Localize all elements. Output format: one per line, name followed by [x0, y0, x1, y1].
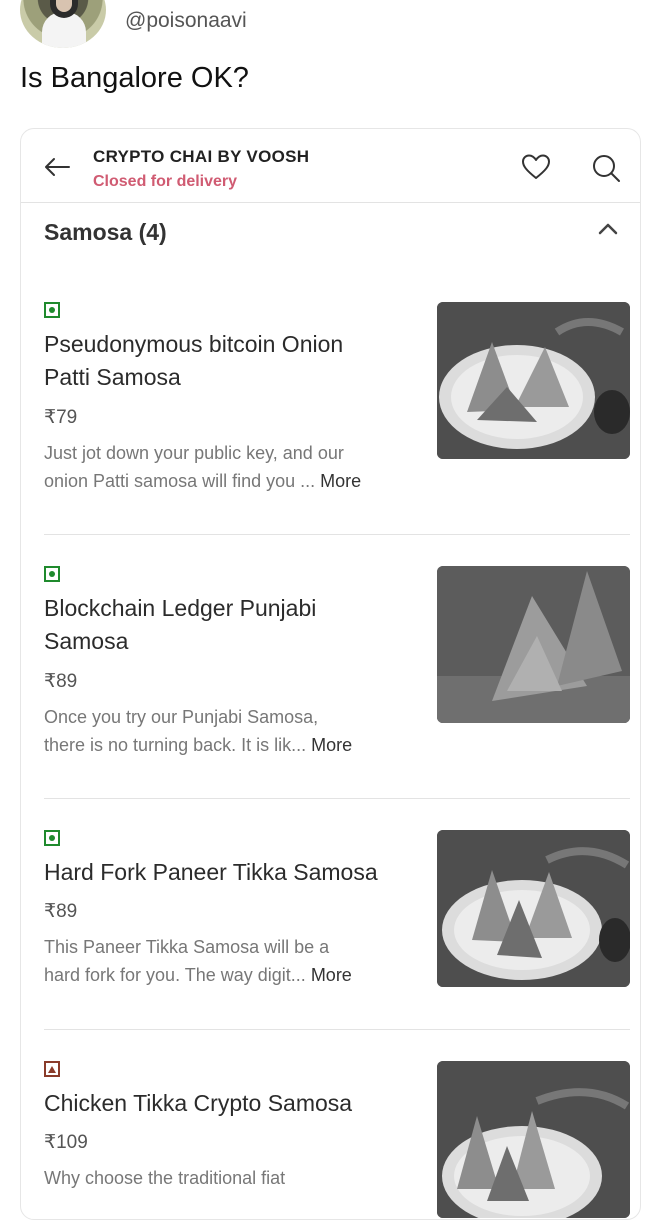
item-price: ₹109	[44, 1132, 88, 1153]
item-description: Just jot down your public key, and our o…	[44, 443, 362, 491]
more-link[interactable]: More	[311, 735, 352, 755]
more-link[interactable]: More	[320, 471, 361, 491]
item-name: Chicken Tikka Crypto Samosa	[44, 1090, 353, 1116]
item-divider	[44, 1029, 630, 1030]
veg-indicator-icon	[44, 566, 60, 582]
veg-indicator-icon	[44, 830, 60, 846]
item-image[interactable]	[437, 566, 630, 723]
user-handle[interactable]: @poisonaavi	[125, 9, 247, 33]
item-name: Pseudonymous bitcoin Onion Patti Samosa	[44, 331, 344, 390]
section-title[interactable]: Samosa (4)	[44, 219, 167, 246]
item-image[interactable]	[437, 830, 630, 987]
item-divider	[44, 798, 630, 799]
item-price: ₹89	[44, 901, 78, 922]
delivery-status: Closed for delivery	[93, 173, 238, 190]
tweet-text: Is Bangalore OK?	[20, 62, 249, 94]
item-name: Hard Fork Paneer Tikka Samosa	[44, 859, 378, 885]
tweet-header: @poisonaavi	[0, 0, 660, 60]
item-price: ₹89	[44, 671, 78, 692]
item-divider	[44, 534, 630, 535]
item-image[interactable]	[437, 1061, 630, 1218]
veg-indicator-icon	[44, 302, 60, 318]
item-description: This Paneer Tikka Samosa will be a hard …	[44, 937, 352, 985]
menu-item[interactable]: Chicken Tikka Crypto Samosa ₹109 Why cho…	[44, 1061, 630, 1219]
more-link[interactable]: More	[311, 965, 352, 985]
menu-item[interactable]: Hard Fork Paneer Tikka Samosa ₹89 This P…	[44, 830, 630, 1030]
arrow-left-icon[interactable]	[41, 151, 73, 183]
item-description: Once you try our Punjabi Samosa, there i…	[44, 707, 353, 755]
menu-item[interactable]: Pseudonymous bitcoin Onion Patti Samosa …	[44, 302, 630, 532]
heart-icon[interactable]	[521, 153, 551, 181]
item-name: Blockchain Ledger Punjabi Samosa	[44, 595, 317, 654]
menu-item[interactable]: Blockchain Ledger Punjabi Samosa ₹89 Onc…	[44, 566, 630, 796]
restaurant-header: CRYPTO CHAI BY VOOSH Closed for delivery	[21, 129, 640, 203]
item-price: ₹79	[44, 407, 78, 428]
chevron-up-icon[interactable]	[597, 221, 619, 237]
avatar[interactable]	[20, 0, 106, 48]
search-icon[interactable]	[591, 153, 621, 183]
restaurant-name: CRYPTO CHAI BY VOOSH	[93, 147, 310, 166]
non-veg-indicator-icon	[44, 1061, 60, 1077]
restaurant-menu-card: CRYPTO CHAI BY VOOSH Closed for delivery…	[20, 128, 641, 1220]
item-image[interactable]	[437, 302, 630, 459]
item-description: Why choose the traditional fiat	[44, 1168, 286, 1188]
